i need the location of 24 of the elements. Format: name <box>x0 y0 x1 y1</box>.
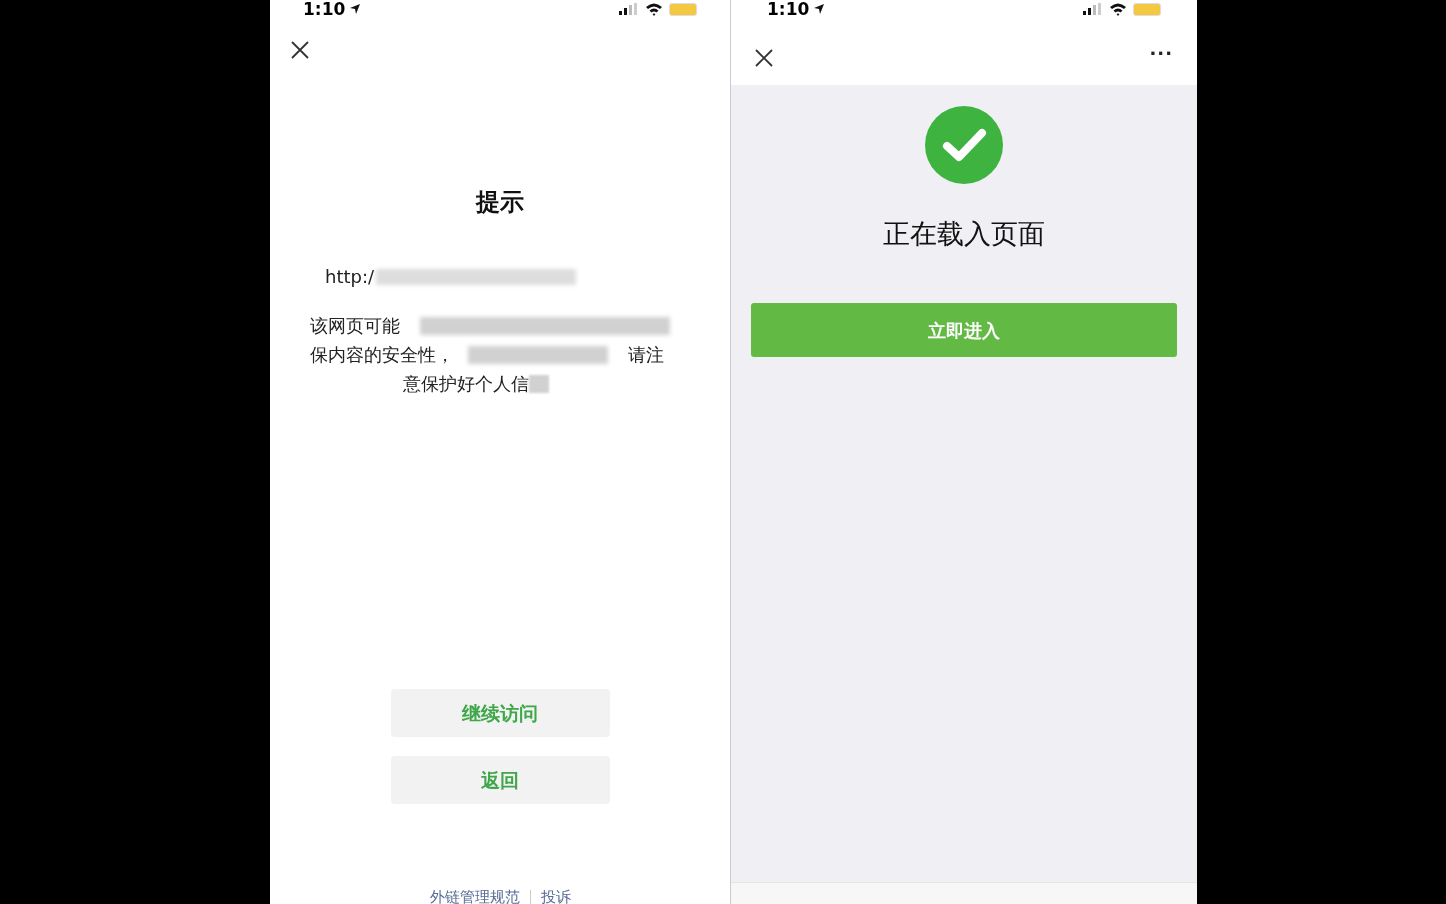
loading-text: 正在载入页面 <box>883 220 1045 247</box>
status-time: 1:10 <box>303 0 346 18</box>
signal-icon <box>619 3 639 15</box>
message-text: 意保护好个人信 <box>403 372 529 396</box>
location-arrow-icon <box>813 3 826 15</box>
signal-icon <box>1083 3 1103 15</box>
footer-link[interactable]: 外链管理规范 <box>429 885 520 904</box>
battery-icon <box>1133 2 1161 16</box>
close-icon[interactable] <box>755 49 773 67</box>
success-check-icon <box>925 106 1003 184</box>
status-time: 1:10 <box>767 0 810 18</box>
wifi-icon <box>1109 2 1127 16</box>
redaction-blur <box>529 374 549 393</box>
message-text: 该网页可能 <box>310 314 400 338</box>
url-text: http:/ <box>325 265 375 289</box>
dialog-title: 提示 <box>476 187 524 218</box>
message-text: 保内容的安全性， <box>310 343 454 367</box>
battery-icon <box>669 2 697 16</box>
close-icon[interactable] <box>291 41 309 59</box>
footer-link[interactable]: 投诉 <box>540 885 571 904</box>
more-button[interactable]: ··· <box>1149 45 1173 63</box>
message-text: 请注 <box>628 343 664 367</box>
location-arrow-icon <box>349 3 362 15</box>
wifi-icon <box>645 2 663 16</box>
